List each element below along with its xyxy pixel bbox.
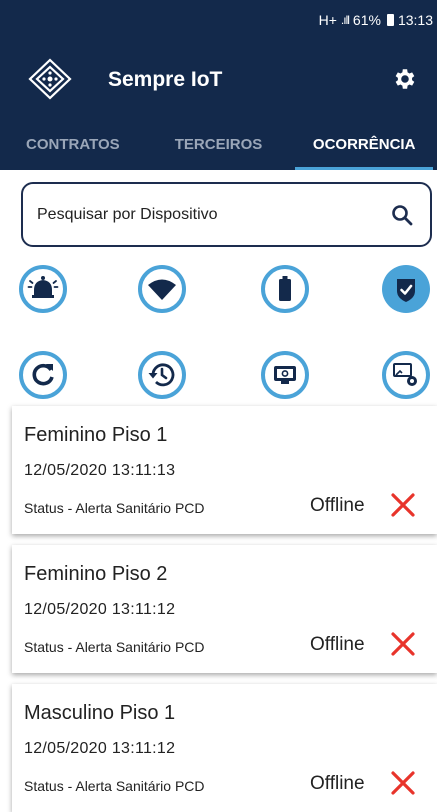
offline-x-icon (391, 771, 415, 795)
clock: 13:13 (397, 12, 433, 28)
search-icon[interactable] (390, 203, 414, 227)
search-box (21, 182, 432, 247)
connection-state: Offline (310, 634, 365, 655)
occurrence-status: Status - Alerta Sanitário PCD (24, 500, 205, 516)
search-input[interactable] (37, 202, 367, 228)
offline-x-icon (391, 632, 415, 656)
occurrence-datetime: 12/05/2020 13:11:13 (24, 462, 176, 479)
battery-icon[interactable] (260, 264, 310, 314)
offline-x-icon (391, 493, 415, 517)
status-bar: H+ .ıll 61% 13:13 (0, 0, 437, 40)
refresh-icon[interactable] (18, 350, 68, 400)
connection-state: Offline (310, 773, 365, 794)
tab-ocorrencia[interactable]: OCORRÊNCIA (291, 118, 437, 170)
occurrence-card[interactable]: Masculino Piso 1 12/05/2020 13:11:12 Sta… (12, 684, 437, 812)
device-name: Feminino Piso 1 (24, 424, 168, 446)
gear-icon[interactable] (391, 66, 417, 92)
signal-icon: .ıll (340, 13, 350, 27)
monitor-settings-icon[interactable] (260, 350, 310, 400)
occurrence-status: Status - Alerta Sanitário PCD (24, 639, 205, 655)
battery-icon (386, 14, 394, 26)
shield-check-icon[interactable] (381, 264, 431, 314)
device-name: Feminino Piso 2 (24, 563, 168, 585)
device-name: Masculino Piso 1 (24, 702, 176, 724)
wifi-icon[interactable] (137, 264, 187, 314)
app-title: Sempre IoT (108, 68, 223, 91)
tab-terceiros[interactable]: TERCEIROS (146, 118, 292, 170)
screen-cast-settings-icon[interactable] (381, 350, 431, 400)
occurrence-card[interactable]: Feminino Piso 1 12/05/2020 13:11:13 Stat… (12, 406, 437, 534)
app-header: Sempre IoT (0, 40, 437, 118)
occurrence-datetime: 12/05/2020 13:11:12 (24, 601, 176, 618)
alarm-bell-icon[interactable] (18, 264, 68, 314)
occurrence-card[interactable]: Feminino Piso 2 12/05/2020 13:11:12 Stat… (12, 545, 437, 673)
connection-state: Offline (310, 495, 365, 516)
history-icon[interactable] (137, 350, 187, 400)
occurrence-status: Status - Alerta Sanitário PCD (24, 778, 205, 794)
tab-contratos[interactable]: CONTRATOS (0, 118, 146, 170)
logo-icon (28, 58, 72, 100)
battery-percent: 61% (352, 12, 381, 28)
occurrence-datetime: 12/05/2020 13:11:12 (24, 740, 176, 757)
network-type: H+ (318, 12, 337, 28)
tab-bar: CONTRATOS TERCEIROS OCORRÊNCIA (0, 118, 437, 170)
